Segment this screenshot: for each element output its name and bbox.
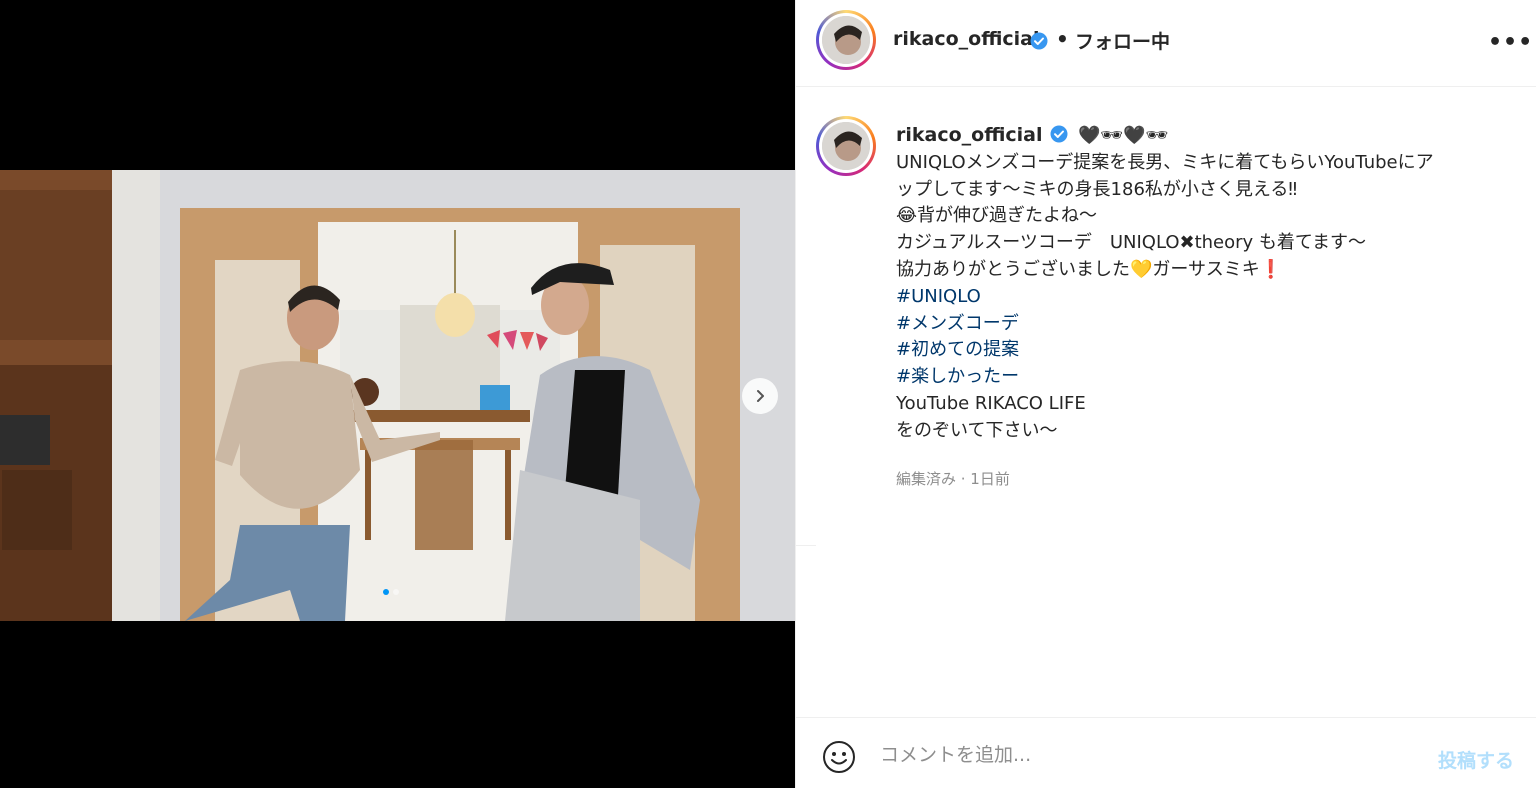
post-photo: [0, 170, 795, 621]
caption-emoji: 🖤🕶🖤🕶: [1077, 125, 1169, 146]
post-comment-button[interactable]: 投稿する: [1438, 746, 1514, 773]
post-timestamp: 編集済み · 1日前: [896, 470, 1010, 488]
caption-username[interactable]: rikaco_official: [896, 124, 1043, 146]
hashtag-link[interactable]: #初めての提案: [896, 337, 1526, 364]
avatar[interactable]: [816, 10, 876, 70]
carousel-next-button[interactable]: [742, 378, 778, 414]
hashtag-link[interactable]: #メンズコーデ: [896, 311, 1526, 338]
follow-separator: •: [1056, 27, 1069, 51]
carousel-dot: [393, 589, 399, 595]
caption-line: YouTube RIKACO LIFE: [896, 392, 1086, 414]
carousel-dot-active: [383, 589, 389, 595]
divider: [796, 545, 816, 546]
comment-bar: 投稿する: [796, 717, 1536, 788]
caption-line: をのぞいて下さい〜: [896, 419, 1058, 441]
post-side-panel: rikaco_official • フォロー中 ••• rikaco_offic…: [795, 0, 1536, 788]
photo-illustration: [0, 170, 795, 621]
following-button[interactable]: フォロー中: [1075, 27, 1170, 54]
caption-line: UNIQLOメンズコーデ提案を長男、ミキに着てもらいYouTubeにア: [896, 151, 1434, 173]
comment-input[interactable]: [880, 740, 1400, 770]
post-media: [0, 0, 795, 788]
caption-line: カジュアルスーツコーデ UNIQLO✖theory も着てます〜: [896, 232, 1367, 254]
avatar-image: [822, 122, 870, 170]
post-caption: rikaco_official 🖤🕶🖤🕶 UNIQLOメンズコーデ提案を長男、ミ…: [896, 122, 1526, 445]
caption-avatar[interactable]: [816, 116, 876, 176]
header-username[interactable]: rikaco_official: [893, 28, 1040, 50]
verified-badge-icon: [1050, 125, 1068, 143]
hashtag-link[interactable]: #楽しかったー: [896, 364, 1526, 391]
hashtag-link[interactable]: #UNIQLO: [896, 284, 1526, 311]
more-options-icon[interactable]: •••: [1488, 30, 1533, 55]
carousel-indicator: [383, 589, 399, 595]
caption-line: ップしてます〜ミキの身長186私が小さく見える‼: [896, 178, 1298, 200]
smiley-icon[interactable]: [822, 740, 856, 774]
verified-badge-icon: [1030, 32, 1048, 50]
chevron-right-icon: [757, 390, 764, 402]
post-header: rikaco_official • フォロー中 •••: [796, 0, 1536, 87]
caption-line: 😂背が伸び過ぎたよね〜: [896, 205, 1098, 227]
avatar-image: [822, 16, 870, 64]
caption-line: 協力ありがとうございました💛ガーサスミキ❗: [896, 258, 1283, 280]
